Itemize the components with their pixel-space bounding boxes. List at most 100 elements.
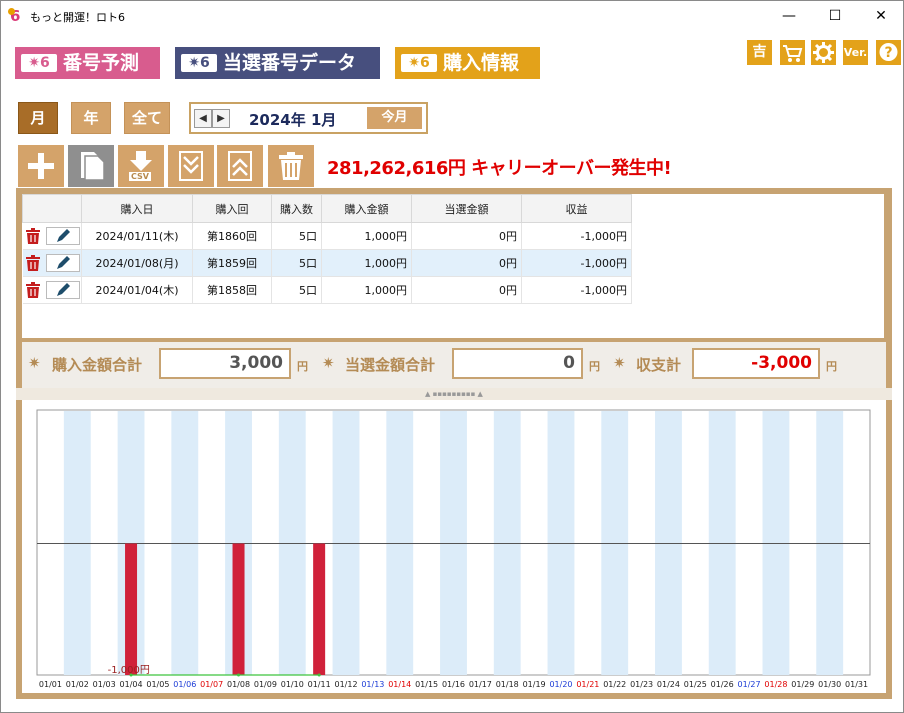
delete-button[interactable]	[268, 145, 314, 187]
x-tick-label: 01/04	[120, 680, 143, 689]
yen-label: 円	[589, 360, 600, 373]
period-month-button[interactable]: 月	[18, 102, 58, 134]
x-tick-label: 01/12	[334, 680, 357, 689]
totals-bar: ✷ 購入金額合計 3,000 円 ✷ 当選金額合計 0 円 ✷ 収支計 -3,0…	[16, 342, 892, 388]
x-tick-label: 01/18	[496, 680, 519, 689]
delete-row-icon[interactable]	[24, 281, 42, 299]
csv-label: CSV	[129, 172, 151, 181]
period-all-button[interactable]: 全て	[124, 102, 170, 134]
x-tick-label: 01/27	[738, 680, 761, 689]
cell-amount: 1,000円	[321, 222, 412, 250]
nav-winning-data-label: 当選番号データ	[223, 52, 357, 74]
sparkle-icon: ✷	[28, 354, 41, 372]
row-actions	[22, 249, 82, 277]
col-header[interactable]: 当選金額	[411, 194, 522, 223]
x-tick-label: 01/25	[684, 680, 707, 689]
carryover-banner: 281,262,616円 キャリーオーバー発生中!	[327, 158, 672, 179]
panel-splitter[interactable]: ▲ ▪▪▪▪▪▪▪▪▪ ▲	[16, 388, 892, 400]
x-tick-label: 01/22	[603, 680, 626, 689]
x-tick-label: 01/16	[442, 680, 465, 689]
balance-label: 収支計	[636, 356, 682, 374]
sparkle-icon: ✷	[322, 354, 335, 372]
x-tick-label: 01/13	[361, 680, 384, 689]
help-icon[interactable]: ?	[876, 40, 901, 65]
csv-download-button[interactable]: CSV	[118, 145, 164, 187]
balance-field: -3,000	[692, 348, 820, 379]
version-icon[interactable]: Ver.	[843, 40, 868, 65]
cell-round: 第1859回	[192, 249, 272, 277]
col-header[interactable]: 収益	[521, 194, 632, 223]
profit-chart-area: -1,000円 01/01 01/02 01/03 01/04 01/05 01/06 01/…	[22, 400, 886, 693]
col-actions-header	[22, 194, 82, 223]
date-navigator: ◀ ▶ 2024年 1月 今月	[189, 102, 428, 134]
col-header[interactable]: 購入日	[81, 194, 193, 223]
move-down-button[interactable]	[168, 145, 214, 187]
chart-bar	[232, 543, 245, 675]
yen-label: 円	[297, 360, 308, 373]
profit-chart: -1,000円 01/01 01/02 01/03 01/04 01/05 01/06 01/…	[36, 409, 871, 689]
cell-count: 5口	[271, 222, 322, 250]
fortune-icon[interactable]: 吉	[747, 40, 772, 65]
nav-winning-data-button[interactable]: ✷6 当選番号データ	[175, 47, 380, 79]
x-tick-label: 01/24	[657, 680, 680, 689]
x-tick-label: 01/11	[308, 680, 331, 689]
next-month-button[interactable]: ▶	[212, 109, 230, 128]
edit-row-icon[interactable]	[45, 281, 80, 299]
cell-round: 第1858回	[192, 276, 272, 304]
x-tick-label: 01/05	[146, 680, 169, 689]
line-point	[317, 673, 321, 677]
minimize-button[interactable]: —	[767, 1, 811, 31]
prev-month-button[interactable]: ◀	[194, 109, 212, 128]
x-tick-label: 01/15	[415, 680, 438, 689]
copy-button[interactable]	[68, 145, 114, 187]
x-tick-label: 01/31	[845, 680, 868, 689]
chart-panel: ▲ ▪▪▪▪▪▪▪▪▪ ▲ -1,000円 01/01 01/02 01/03 01/0…	[16, 388, 892, 699]
close-button[interactable]: ✕	[859, 1, 903, 31]
this-month-button[interactable]: 今月	[367, 107, 422, 129]
col-header[interactable]: 購入金額	[321, 194, 412, 223]
title-bar: 6 もっと開運！ロト6 — ☐ ✕	[1, 1, 903, 32]
cell-date: 2024/01/11(木)	[81, 222, 193, 250]
loto6-badge-icon: ✷6	[21, 54, 57, 72]
x-tick-label: 01/28	[764, 680, 787, 689]
period-year-button[interactable]: 年	[71, 102, 111, 134]
nav-prediction-button[interactable]: ✷6 番号予測	[15, 47, 160, 79]
cell-count: 5口	[271, 276, 322, 304]
loto6-badge-icon: ✷6	[181, 54, 217, 72]
delete-row-icon[interactable]	[24, 227, 42, 245]
x-tick-label: 01/08	[227, 680, 250, 689]
nav-purchase-info-label: 購入情報	[443, 52, 520, 74]
table-row[interactable]: 2024/01/08(月) 第1859回 5口 1,000円 0円 -1,000円	[22, 249, 632, 277]
x-tick-label: 01/06	[173, 680, 196, 689]
col-header[interactable]: 購入数	[271, 194, 322, 223]
row-actions	[22, 276, 82, 304]
cell-amount: 1,000円	[321, 249, 412, 277]
gear-icon[interactable]	[811, 40, 836, 65]
x-tick-label: 01/29	[791, 680, 814, 689]
edit-row-icon[interactable]	[45, 254, 80, 272]
cart-icon[interactable]	[780, 40, 805, 65]
x-tick-label: 01/07	[200, 680, 223, 689]
x-tick-label: 01/19	[523, 680, 546, 689]
purchase-total-label: 購入金額合計	[52, 356, 143, 374]
delete-row-icon[interactable]	[24, 254, 42, 272]
sparkle-icon: ✷	[613, 354, 626, 372]
col-header[interactable]: 購入回	[192, 194, 272, 223]
table-row[interactable]: 2024/01/11(木) 第1860回 5口 1,000円 0円 -1,000円	[22, 222, 632, 250]
line-point	[237, 673, 241, 677]
purchase-table: 購入日 購入回 購入数 購入金額 当選金額 収益 2024/01/11(木) 第1…	[22, 194, 632, 304]
window-title: もっと開運！ロト6	[30, 11, 125, 24]
x-tick-label: 01/14	[388, 680, 411, 689]
chart-bar	[125, 543, 138, 675]
cell-win: 0円	[411, 276, 522, 304]
copy-icon	[81, 152, 105, 181]
maximize-button[interactable]: ☐	[813, 1, 857, 31]
purchase-table-panel: 購入日 購入回 購入数 購入金額 当選金額 収益 2024/01/11(木) 第1…	[16, 188, 892, 342]
edit-row-icon[interactable]	[45, 227, 80, 245]
win-total-field: 0	[452, 348, 583, 379]
add-button[interactable]	[18, 145, 64, 187]
cell-profit: -1,000円	[521, 249, 632, 277]
nav-purchase-info-button[interactable]: ✷6 購入情報	[395, 47, 540, 79]
table-row[interactable]: 2024/01/04(木) 第1858回 5口 1,000円 0円 -1,000円	[22, 276, 632, 304]
move-up-button[interactable]	[217, 145, 263, 187]
